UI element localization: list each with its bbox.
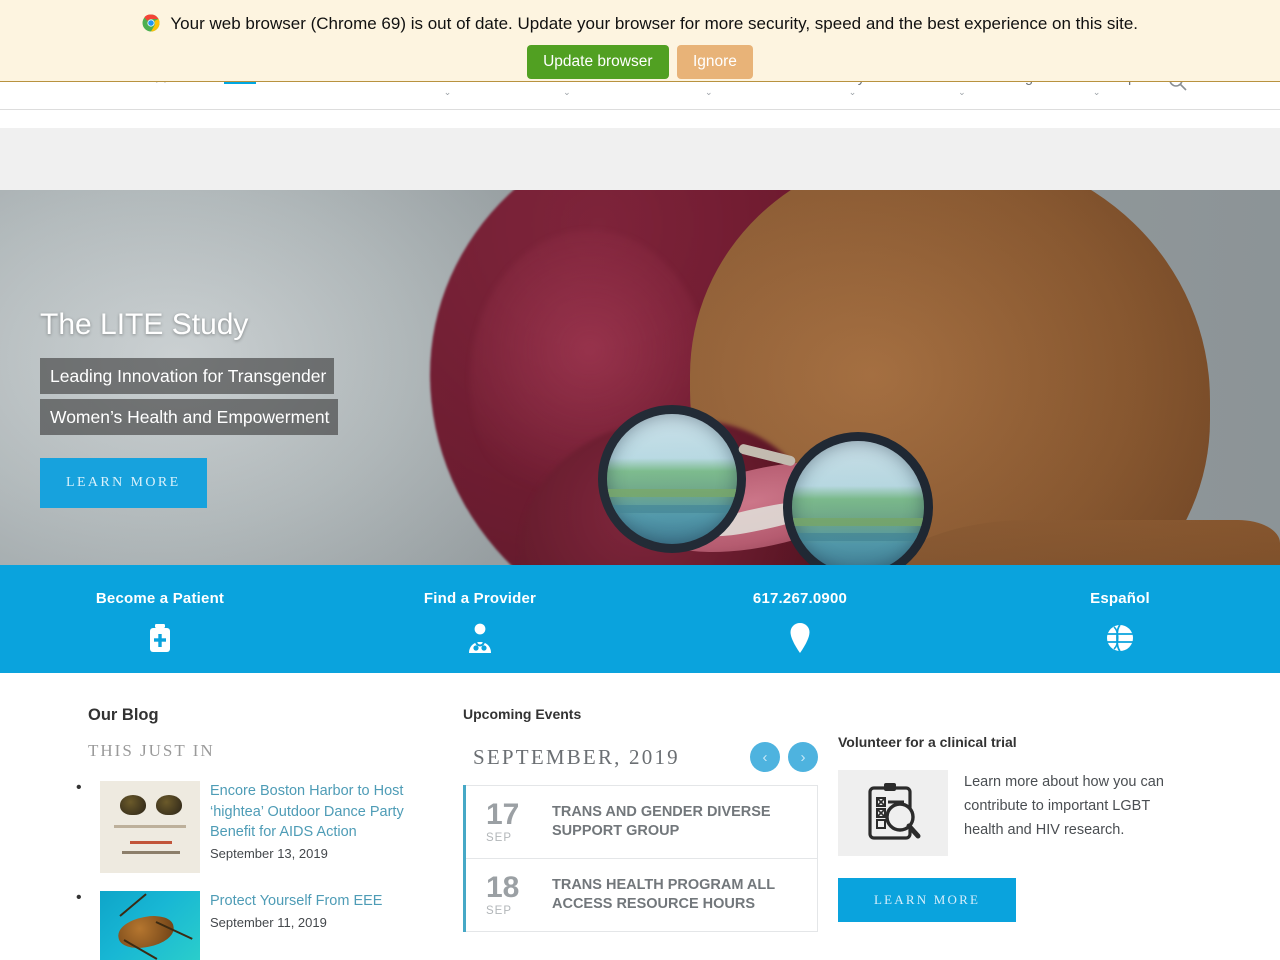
ignore-button[interactable]: Ignore xyxy=(676,45,753,79)
events-month-label: SEPTEMBER, 2019 xyxy=(473,744,680,769)
hero-subtitle-line-2: Women’s Health and Empowerment xyxy=(40,399,338,435)
list-item[interactable]: 17 SEP TRANS AND GENDER DIVERSE SUPPORT … xyxy=(466,785,818,859)
events-heading: Upcoming Events xyxy=(463,706,582,722)
quick-link-find-a-provider[interactable]: Find a Provider xyxy=(320,565,640,673)
event-title: TRANS AND GENDER DIVERSE SUPPORT GROUP xyxy=(552,804,771,839)
clinical-trial-column: Volunteer for a clinical trial Learn mor… xyxy=(838,734,1193,922)
browser-update-actions: Update browser Ignore xyxy=(0,45,1280,79)
blog-heading: Our Blog xyxy=(88,706,159,724)
doctor-icon xyxy=(463,621,497,655)
browser-update-banner: Your web browser (Chrome 69) is out of d… xyxy=(0,0,1280,82)
quick-link-label: Español xyxy=(1090,589,1150,607)
list-item: Protect Yourself From EEE September 11, … xyxy=(76,889,438,960)
medical-kit-icon xyxy=(143,621,177,655)
quick-link-phone-number[interactable]: 617.267.0900 xyxy=(640,565,960,673)
event-day-number: 18 xyxy=(486,871,520,904)
hero-learn-more-button[interactable]: LEARN MORE xyxy=(40,458,207,508)
hero-carousel: The LITE Study Leading Innovation for Tr… xyxy=(0,190,1280,565)
clinical-trial-description: Learn more about how you can contribute … xyxy=(964,774,1164,838)
chevron-down-icon: ⌄ xyxy=(705,87,713,97)
chevron-down-icon: ⌄ xyxy=(958,87,966,97)
events-next-button[interactable]: › xyxy=(788,742,818,772)
events-month-row: SEPTEMBER, 2019 ‹ › xyxy=(463,742,818,772)
quick-link-espanol[interactable]: Español xyxy=(960,565,1280,673)
chrome-logo-icon xyxy=(142,14,160,39)
blog-thumbnail[interactable] xyxy=(100,891,200,960)
browser-update-message-row: Your web browser (Chrome 69) is out of d… xyxy=(0,0,1280,39)
list-item: Encore Boston Harbor to Host ‘hightea’ O… xyxy=(76,779,438,873)
events-prev-button[interactable]: ‹ xyxy=(750,742,780,772)
clinical-trial-learn-more-button[interactable]: LEARN MORE xyxy=(838,878,1017,922)
quick-link-become-a-patient[interactable]: Become a Patient xyxy=(0,565,320,673)
event-day-number: 17 xyxy=(486,798,520,831)
blog-subheading: THIS JUST IN xyxy=(88,741,215,760)
blog-post-title[interactable]: Protect Yourself From EEE xyxy=(210,891,438,912)
event-date: 17 SEP xyxy=(486,798,552,845)
blog-column: Our Blog THIS JUST IN Encore Boston Harb… xyxy=(76,706,438,960)
chevron-down-icon: ⌄ xyxy=(848,87,857,97)
page-root: FENWAYLGBHEALTH Home About Us ⌄ Patient … xyxy=(0,0,1280,960)
blog-post-title[interactable]: Encore Boston Harbor to Host ‘hightea’ O… xyxy=(210,781,438,843)
update-browser-button[interactable]: Update browser xyxy=(527,45,669,79)
browser-update-message: Your web browser (Chrome 69) is out of d… xyxy=(170,14,1139,33)
event-date: 18 SEP xyxy=(486,871,552,918)
quick-links-bar: Become a Patient Find a Provider 617.267… xyxy=(0,565,1280,673)
event-title: TRANS HEALTH PROGRAM ALL ACCESS RESOURCE… xyxy=(552,877,775,912)
quick-link-label: 617.267.0900 xyxy=(752,589,848,607)
quick-link-label: Find a Provider xyxy=(423,589,537,607)
list-item[interactable]: 18 SEP TRANS HEALTH PROGRAM ALL ACCESS R… xyxy=(466,859,818,932)
events-column: Upcoming Events SEPTEMBER, 2019 ‹ › 17 S… xyxy=(463,706,818,932)
chevron-right-icon: › xyxy=(800,748,806,766)
event-month-abbr: SEP xyxy=(486,905,513,917)
clinical-trial-heading: Volunteer for a clinical trial xyxy=(838,734,1017,750)
globe-icon xyxy=(1103,621,1137,655)
hero-title: The LITE Study xyxy=(40,308,249,341)
content-area: Our Blog THIS JUST IN Encore Boston Harb… xyxy=(0,673,1280,960)
events-list: 17 SEP TRANS AND GENDER DIVERSE SUPPORT … xyxy=(463,785,818,932)
header-spacer-band xyxy=(0,110,1280,190)
chevron-down-icon: ⌄ xyxy=(563,87,571,97)
hero-caption: The LITE Study Leading Innovation for Tr… xyxy=(40,308,338,508)
blog-post-list: Encore Boston Harbor to Host ‘hightea’ O… xyxy=(76,779,438,960)
blog-post-date: September 11, 2019 xyxy=(210,914,327,930)
clipboard-magnifier-icon xyxy=(838,770,948,856)
clinical-trial-body: Learn more about how you can contribute … xyxy=(838,770,1193,856)
blog-post-date: September 13, 2019 xyxy=(210,845,328,861)
chevron-left-icon: ‹ xyxy=(762,748,768,766)
chevron-down-icon: ⌄ xyxy=(443,87,452,97)
blog-thumbnail[interactable] xyxy=(100,781,200,873)
chevron-down-icon: ⌄ xyxy=(1092,87,1101,97)
map-pin-icon xyxy=(783,621,817,655)
hero-subtitle-line-1: Leading Innovation for Transgender xyxy=(40,358,335,394)
quick-link-label: Become a Patient xyxy=(95,589,225,607)
event-month-abbr: SEP xyxy=(486,832,513,844)
